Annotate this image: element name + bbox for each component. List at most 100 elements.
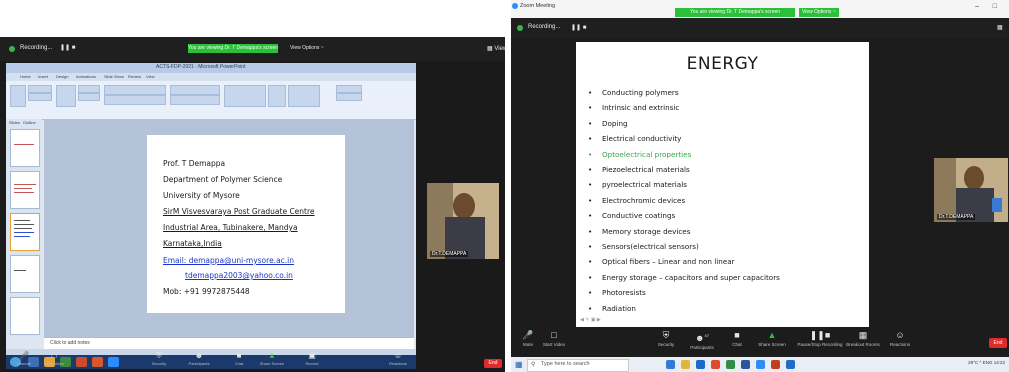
chrome-icon[interactable] bbox=[76, 357, 87, 367]
edge-icon[interactable] bbox=[666, 360, 675, 369]
bullet-dot: • bbox=[588, 272, 593, 282]
participants-button[interactable]: ☻ Participants bbox=[185, 351, 213, 371]
ribbon-tab[interactable]: Review bbox=[128, 74, 141, 79]
outlook-icon[interactable] bbox=[786, 360, 795, 369]
shapes-gallery[interactable] bbox=[224, 85, 266, 107]
ribbon-tab[interactable]: View bbox=[146, 74, 155, 79]
copy-icon[interactable] bbox=[28, 93, 52, 101]
arrange-icon[interactable] bbox=[268, 85, 286, 107]
start-video-button[interactable]: □ Start Video bbox=[541, 330, 567, 352]
slide-thumbnail[interactable] bbox=[10, 297, 40, 335]
view-options-button[interactable]: View Options ~ bbox=[799, 8, 839, 17]
powerpoint-icon[interactable] bbox=[92, 357, 103, 367]
view-icon[interactable]: ▦ bbox=[997, 24, 1003, 31]
office-icon[interactable] bbox=[711, 360, 720, 369]
right-meeting-screenshot: Zoom Meeting – □ Recording... ❚❚ ■ You a… bbox=[511, 0, 1009, 372]
end-button[interactable]: End bbox=[484, 359, 502, 368]
bullet-text: Intrinsic and extrinsic bbox=[602, 103, 680, 113]
minimize-icon[interactable]: – bbox=[975, 3, 979, 10]
participant-name: Dr.T.DEMAPPA bbox=[430, 251, 469, 257]
reset-icon[interactable] bbox=[78, 93, 100, 101]
zoom-icon[interactable] bbox=[108, 357, 119, 367]
pause-stop-recording-button[interactable]: ❚❚■ Pause/Stop Recording bbox=[797, 330, 843, 352]
slide-thumbnail-selected[interactable] bbox=[10, 213, 40, 251]
bullet-dot: • bbox=[588, 211, 593, 221]
system-tray[interactable]: 29°C ^ ENG 14:22 bbox=[968, 360, 1005, 365]
bullet-item: • Electrical conductivity bbox=[588, 134, 681, 143]
security-button[interactable]: ⛨ Security bbox=[653, 330, 679, 352]
slide-thumbnail[interactable] bbox=[10, 129, 40, 167]
slides-tab[interactable]: Slides bbox=[9, 120, 20, 125]
left-meeting-screenshot: Recording... ❚❚ ■ You are viewing Dr. T … bbox=[0, 37, 505, 372]
shield-icon bbox=[9, 46, 15, 52]
bullet-item: • Memory storage devices bbox=[588, 227, 690, 236]
reactions-button[interactable]: ☺ Reactions bbox=[887, 330, 913, 352]
shared-slide[interactable]: ENERGY • Conducting polymers • Intrinsic an… bbox=[576, 42, 869, 327]
ribbon-tab[interactable]: Design bbox=[56, 74, 68, 79]
bullet-item: • Intrinsic and extrinsic bbox=[588, 103, 679, 112]
view-icon[interactable]: ▦ View bbox=[487, 45, 505, 52]
bullet-dot: • bbox=[588, 180, 593, 190]
view-options-button[interactable]: View Options ~ bbox=[290, 44, 324, 53]
slideshow-toolbar[interactable]: ◀ ✎ ▣ ▶ bbox=[580, 317, 601, 323]
zoom-icon[interactable] bbox=[756, 360, 765, 369]
slide-line: Karnataka,India bbox=[163, 239, 222, 248]
notes-placeholder: Click to add notes bbox=[50, 340, 90, 346]
bullet-item: • Optical fibers – Linear and non linear bbox=[588, 257, 735, 266]
unmute-button[interactable]: 🎤 Unmute bbox=[10, 351, 38, 371]
ppt-title-bar: ACTS-FDP-2021 - Microsoft PowerPoint bbox=[6, 63, 416, 73]
paste-icon[interactable] bbox=[10, 85, 26, 107]
layout-icon[interactable] bbox=[78, 85, 100, 93]
align-row[interactable] bbox=[170, 95, 220, 105]
shield-icon: ⛨ bbox=[156, 351, 162, 360]
reactions-button[interactable]: ☺ Reactions bbox=[384, 351, 412, 371]
cut-icon[interactable] bbox=[28, 85, 52, 93]
font-format-row[interactable] bbox=[104, 95, 166, 105]
file-explorer-icon[interactable] bbox=[681, 360, 690, 369]
breakout-rooms-button[interactable]: ▦ Breakout Rooms bbox=[845, 330, 881, 352]
font-box[interactable] bbox=[104, 85, 166, 95]
share-screen-button[interactable]: ▲ Share Screen bbox=[757, 330, 787, 352]
slide-line: Industrial Area, Tubinakere, Mandya bbox=[163, 223, 298, 232]
zoom-top-bar: Recording... ❚❚ ■ You are viewing Dr. T … bbox=[511, 8, 1009, 38]
chrome-icon[interactable] bbox=[726, 360, 735, 369]
paragraph-row[interactable] bbox=[170, 85, 220, 95]
store-icon[interactable] bbox=[696, 360, 705, 369]
ribbon-tab[interactable]: Animations bbox=[76, 74, 96, 79]
bullet-dot: • bbox=[588, 118, 593, 128]
participant-video[interactable]: Dr.T.DEMAPPA bbox=[427, 183, 499, 259]
ribbon-tab[interactable]: Insert bbox=[38, 74, 48, 79]
end-button[interactable]: End bbox=[989, 338, 1007, 348]
participant-name: Dr.T.DEMAPPA bbox=[937, 214, 976, 220]
find-icon[interactable] bbox=[336, 85, 362, 93]
word-icon[interactable] bbox=[741, 360, 750, 369]
ribbon-tab[interactable]: Home bbox=[20, 74, 31, 79]
participant-video[interactable]: Dr.T.DEMAPPA bbox=[934, 158, 1008, 222]
quick-styles-icon[interactable] bbox=[288, 85, 320, 107]
bullet-text: Radiation bbox=[602, 303, 636, 313]
slide-thumbnail[interactable] bbox=[10, 171, 40, 209]
pause-icon[interactable]: ❚❚ ■ bbox=[60, 44, 75, 51]
participants-button[interactable]: ☻47 Participants bbox=[687, 330, 717, 352]
powerpoint-icon[interactable] bbox=[771, 360, 780, 369]
current-slide[interactable]: Prof. T Demappa Department of Polymer Sci… bbox=[147, 135, 345, 313]
outline-tab[interactable]: Outline bbox=[23, 120, 36, 125]
bullet-item: • pyroelectrical materials bbox=[588, 180, 687, 189]
new-slide-icon[interactable] bbox=[56, 85, 76, 107]
start-video-button[interactable]: □ Start Video bbox=[40, 351, 68, 371]
maximize-icon[interactable]: □ bbox=[993, 3, 997, 10]
record-button[interactable]: ▣ Record bbox=[298, 351, 326, 371]
ribbon-tab[interactable]: Slide Show bbox=[104, 74, 124, 79]
replace-icon[interactable] bbox=[336, 93, 362, 101]
share-screen-button[interactable]: ▲ Share Screen bbox=[258, 351, 286, 371]
slide-thumbnail[interactable] bbox=[10, 255, 40, 293]
breakout-rooms-icon: ▦ bbox=[858, 330, 868, 340]
chat-button[interactable]: ■ Chat bbox=[225, 351, 253, 371]
slide-title: ENERGY bbox=[686, 54, 759, 74]
security-button[interactable]: ⛨ Security bbox=[145, 351, 173, 371]
chat-button[interactable]: ■ Chat bbox=[727, 330, 747, 352]
taskbar-search-box[interactable]: ⚲ Type here to search bbox=[527, 359, 629, 372]
windows-start-icon[interactable]: ▦ bbox=[515, 360, 523, 369]
pause-icon[interactable]: ❚❚ ■ bbox=[571, 24, 586, 31]
mute-button[interactable]: 🎤 Mute bbox=[519, 330, 537, 352]
